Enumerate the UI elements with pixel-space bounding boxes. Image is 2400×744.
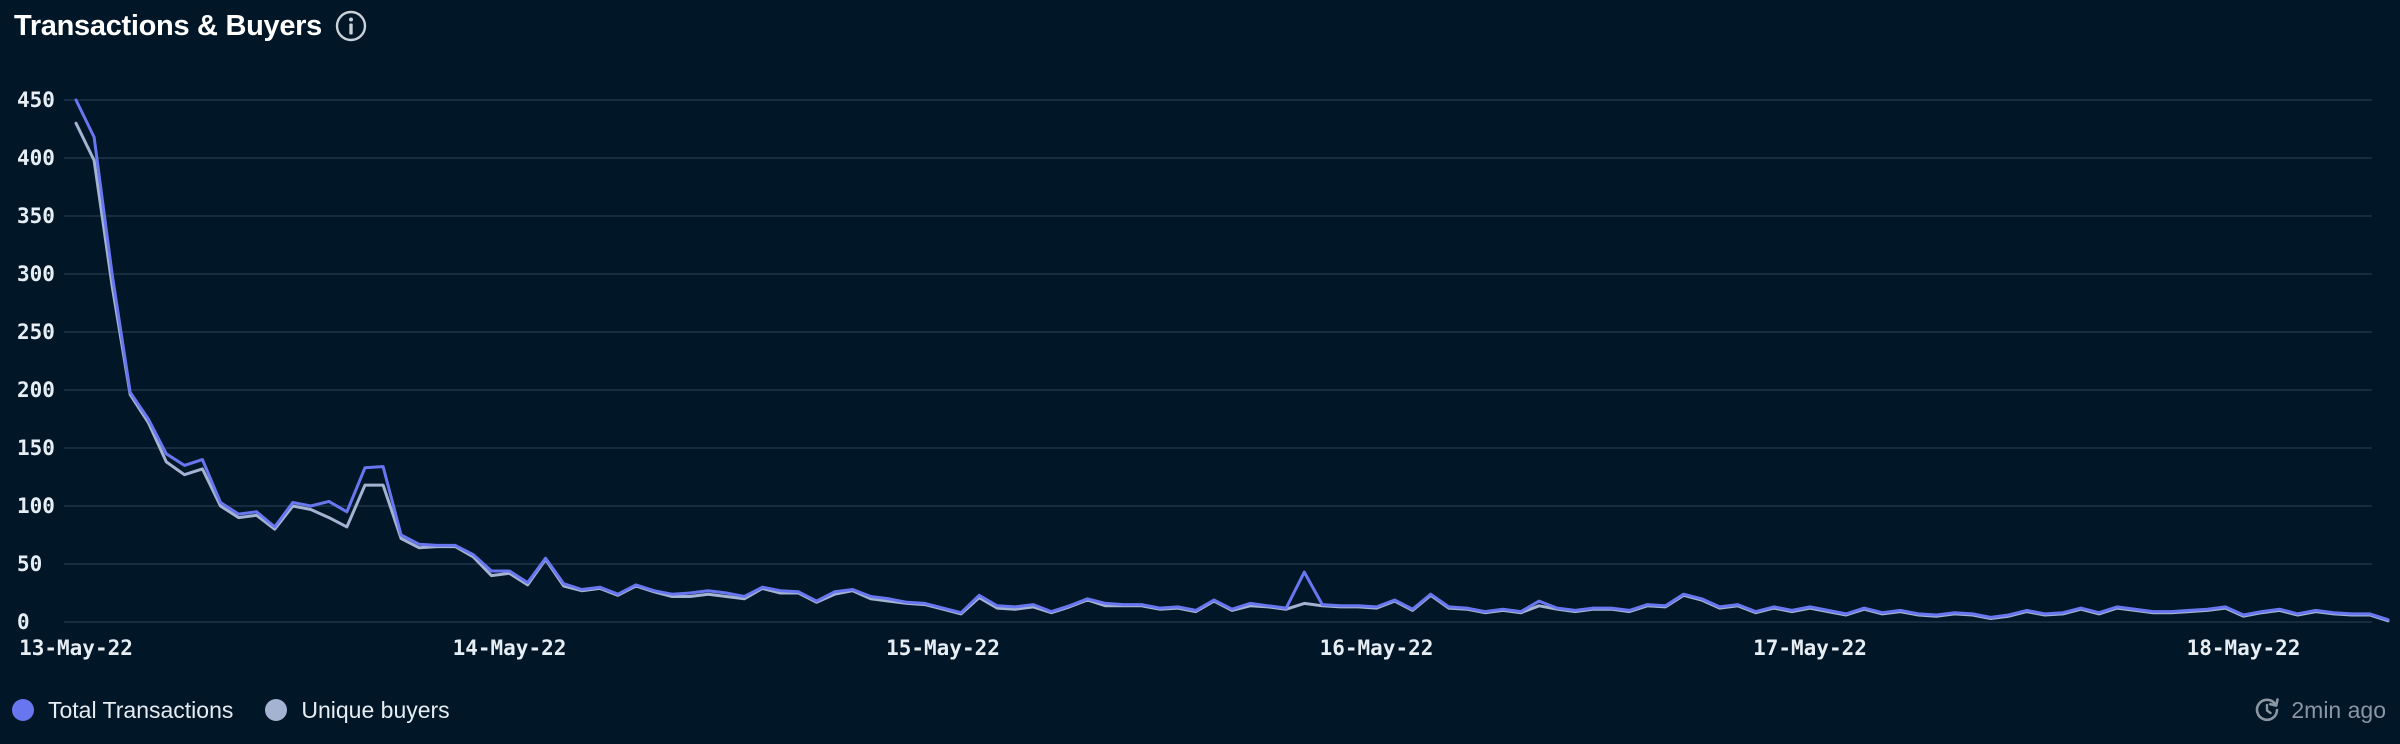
y-tick-label-150: 150 <box>17 436 55 460</box>
transactions-buyers-chart: 0 50 100 150 200 250 300 350 400 450 13-May-22 14-… <box>17 88 2390 660</box>
y-tick-label-450: 450 <box>17 88 55 112</box>
x-tick-label-18-may-22: 18-May-22 <box>2187 636 2301 660</box>
y-tick-label-100: 100 <box>17 494 55 518</box>
x-tick-label-14-may-22: 14-May-22 <box>453 636 567 660</box>
legend-item-total-transactions[interactable]: Total Transactions <box>12 697 233 724</box>
legend-dot-total-transactions <box>12 699 34 721</box>
y-tick-label-300: 300 <box>17 262 55 286</box>
y-tick-label-400: 400 <box>17 146 55 170</box>
y-tick-label-250: 250 <box>17 320 55 344</box>
x-axis-ticks: 13-May-22 14-May-22 15-May-22 16-May-22 17-M… <box>19 636 2300 660</box>
x-tick-label-15-may-22: 15-May-22 <box>886 636 1000 660</box>
y-tick-label-50: 50 <box>17 552 42 576</box>
legend-dot-unique-buyers <box>265 699 288 721</box>
refresh-clock-icon[interactable] <box>2253 696 2281 724</box>
legend-label-unique-buyers: Unique buyers <box>301 696 450 723</box>
y-tick-label-200: 200 <box>17 378 55 402</box>
legend-label-total-transactions: Total Transactions <box>48 696 234 723</box>
series-line-unique-buyers <box>74 121 2390 623</box>
series-line-total-transactions <box>74 98 2390 622</box>
legend-item-unique-buyers[interactable]: Unique buyers <box>265 696 450 724</box>
chart-legend: Total Transactions Unique buyers <box>12 690 450 730</box>
last-updated: 2min ago <box>2253 690 2386 730</box>
y-tick-label-350: 350 <box>17 204 55 228</box>
last-updated-label: 2min ago <box>2291 696 2386 723</box>
chart-series <box>74 98 2390 623</box>
x-tick-label-13-may-22: 13-May-22 <box>19 636 133 660</box>
y-tick-label-0: 0 <box>17 610 30 634</box>
x-tick-label-16-may-22: 16-May-22 <box>1320 636 1434 660</box>
y-axis-ticks: 0 50 100 150 200 250 300 350 400 450 <box>17 88 55 634</box>
x-tick-label-17-may-22: 17-May-22 <box>1753 636 1867 660</box>
